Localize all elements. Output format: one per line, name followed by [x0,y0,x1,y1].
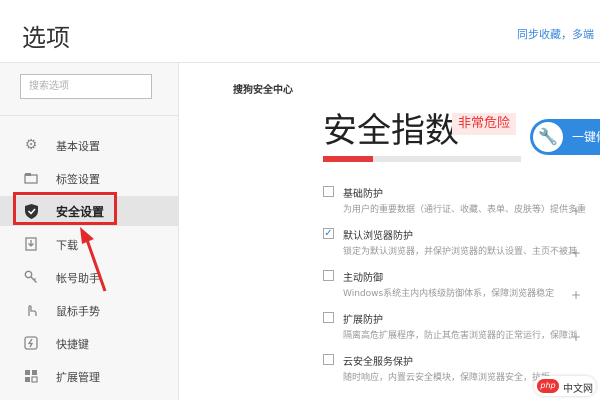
sidebar-item-label: 扩展管理 [56,371,100,384]
gear-icon: ⚙ [24,137,38,153]
sidebar-item-label: 标签设置 [56,173,100,186]
sidebar-item-extension[interactable]: 扩展管理 [0,361,178,391]
expand-plus-icon[interactable]: + [571,330,581,344]
option-description: 锁定为默认浏览器，并保护浏览器的默认设置、主页不被其 [343,247,578,257]
security-score-heading: 安全指数 [323,111,459,151]
one-click-fix-button[interactable]: 🔧 一键修复 [530,119,600,155]
security-panel: 搜狗安全中心 安全指数 非常危险 🔧 一键修复 基础防护 为用户的重要数据（通行… [179,63,600,400]
site-watermark: php 中文网 [534,376,596,396]
watermark-text: 中文网 [563,384,593,395]
checkbox[interactable] [323,186,334,197]
expand-plus-icon[interactable]: + [571,288,581,302]
option-description: Windows系统主内内核级防御体系，保障浏览器稳定 [343,289,555,299]
sidebar-item-shortcut[interactable]: 快捷键 [0,328,178,358]
sidebar-divider [0,115,178,116]
option-title: 扩展防护 [343,315,383,326]
option-title: 默认浏览器防护 [343,231,413,242]
sidebar-item-gesture[interactable]: 鼠标手势 [0,295,178,325]
checkbox[interactable]: ✓ [323,228,334,239]
download-icon [22,235,40,253]
sidebar-item-tabs[interactable]: 标签设置 [0,163,178,193]
extension-icon [22,367,40,385]
annotation-highlight-box [13,192,117,225]
security-progress-bar [323,156,521,162]
sidebar-item-basic[interactable]: ⚙ 基本设置 [0,130,178,160]
danger-status-badge: 非常危险 [452,113,517,135]
tab-icon [22,169,40,187]
security-progress-fill [323,156,373,162]
option-title: 主动防御 [343,273,383,284]
header: 选项 同步收藏，多端 [0,0,600,63]
page-title: 选项 [22,24,70,52]
shortcut-icon [22,334,40,352]
expand-plus-icon[interactable]: + [571,204,581,218]
sidebar-item-label: 鼠标手势 [56,305,100,318]
fix-button-label: 一键修复 [572,130,600,144]
sync-link[interactable]: 同步收藏，多端 [517,26,594,42]
checkbox[interactable] [323,312,334,323]
option-title: 云安全服务保护 [343,357,413,368]
watermark-logo: php [537,379,559,393]
mouse-gesture-icon [22,301,40,319]
checkbox[interactable] [323,354,334,365]
expand-plus-icon[interactable]: + [571,246,581,260]
option-description: 随时响应，内置云安全模块，保障浏览器安全，抗拒 [343,373,551,383]
option-title: 基础防护 [343,189,383,200]
option-description: 隔离高危扩展程序，防止其危害浏览器的正常运行，保障浏 [343,331,578,341]
key-icon [22,268,40,286]
section-title: 搜狗安全中心 [233,85,293,96]
wrench-icon: 🔧 [533,122,563,152]
checkbox[interactable] [323,270,334,281]
sidebar-item-label: 快捷键 [56,338,89,351]
search-input[interactable]: 搜索选项 [20,74,152,99]
annotation-arrow-icon [80,227,107,292]
option-description: 为用户的重要数据（通行证、收藏、表单、皮肤等）提供多重 [343,205,587,215]
sidebar-item-label: 基本设置 [56,140,100,153]
